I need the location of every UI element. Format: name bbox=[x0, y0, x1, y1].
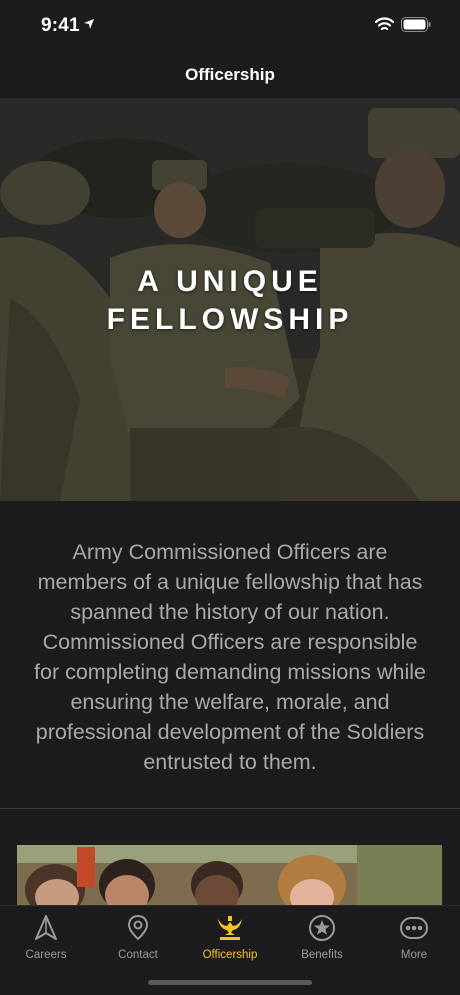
tab-contact[interactable]: Contact bbox=[92, 914, 184, 964]
tab-officership[interactable]: Officership bbox=[184, 914, 276, 964]
star-circle-icon bbox=[309, 915, 335, 941]
status-time: 9:41 bbox=[41, 15, 80, 36]
tab-benefits[interactable]: Benefits bbox=[276, 914, 368, 964]
hero-title-line-2: FELLOWSHIP bbox=[106, 303, 354, 336]
navigation-arrow-icon bbox=[35, 915, 57, 940]
intro-paragraph: Army Commissioned Officers are members o… bbox=[34, 540, 426, 774]
status-bar: 9:41 bbox=[0, 0, 460, 50]
battery-icon bbox=[401, 17, 431, 32]
page-title: Officership bbox=[185, 65, 275, 84]
tab-contact-label: Contact bbox=[118, 949, 158, 961]
tab-careers[interactable]: Careers bbox=[0, 914, 92, 964]
tab-officership-label: Officership bbox=[202, 949, 258, 961]
photo-card[interactable] bbox=[17, 845, 442, 905]
more-dots-icon bbox=[400, 917, 428, 939]
wifi-icon bbox=[375, 17, 394, 31]
intro-section: Army Commissioned Officers are members o… bbox=[0, 501, 460, 808]
tab-benefits-label: Benefits bbox=[301, 949, 343, 961]
location-pin-icon bbox=[127, 914, 149, 941]
hero-image: A UNIQUE FELLOWSHIP bbox=[0, 98, 460, 501]
group-photo bbox=[17, 845, 442, 905]
hero-title: A UNIQUE FELLOWSHIP bbox=[0, 263, 460, 339]
tab-more-label: More bbox=[400, 949, 428, 961]
home-indicator[interactable] bbox=[148, 980, 312, 985]
navigation-bar: Officership bbox=[0, 50, 460, 98]
eagle-insignia-icon bbox=[218, 916, 242, 940]
tab-careers-label: Careers bbox=[25, 949, 67, 961]
hero-title-line-1: A UNIQUE bbox=[137, 265, 323, 298]
tab-more[interactable]: More bbox=[368, 914, 460, 964]
location-arrow-icon bbox=[84, 19, 94, 29]
